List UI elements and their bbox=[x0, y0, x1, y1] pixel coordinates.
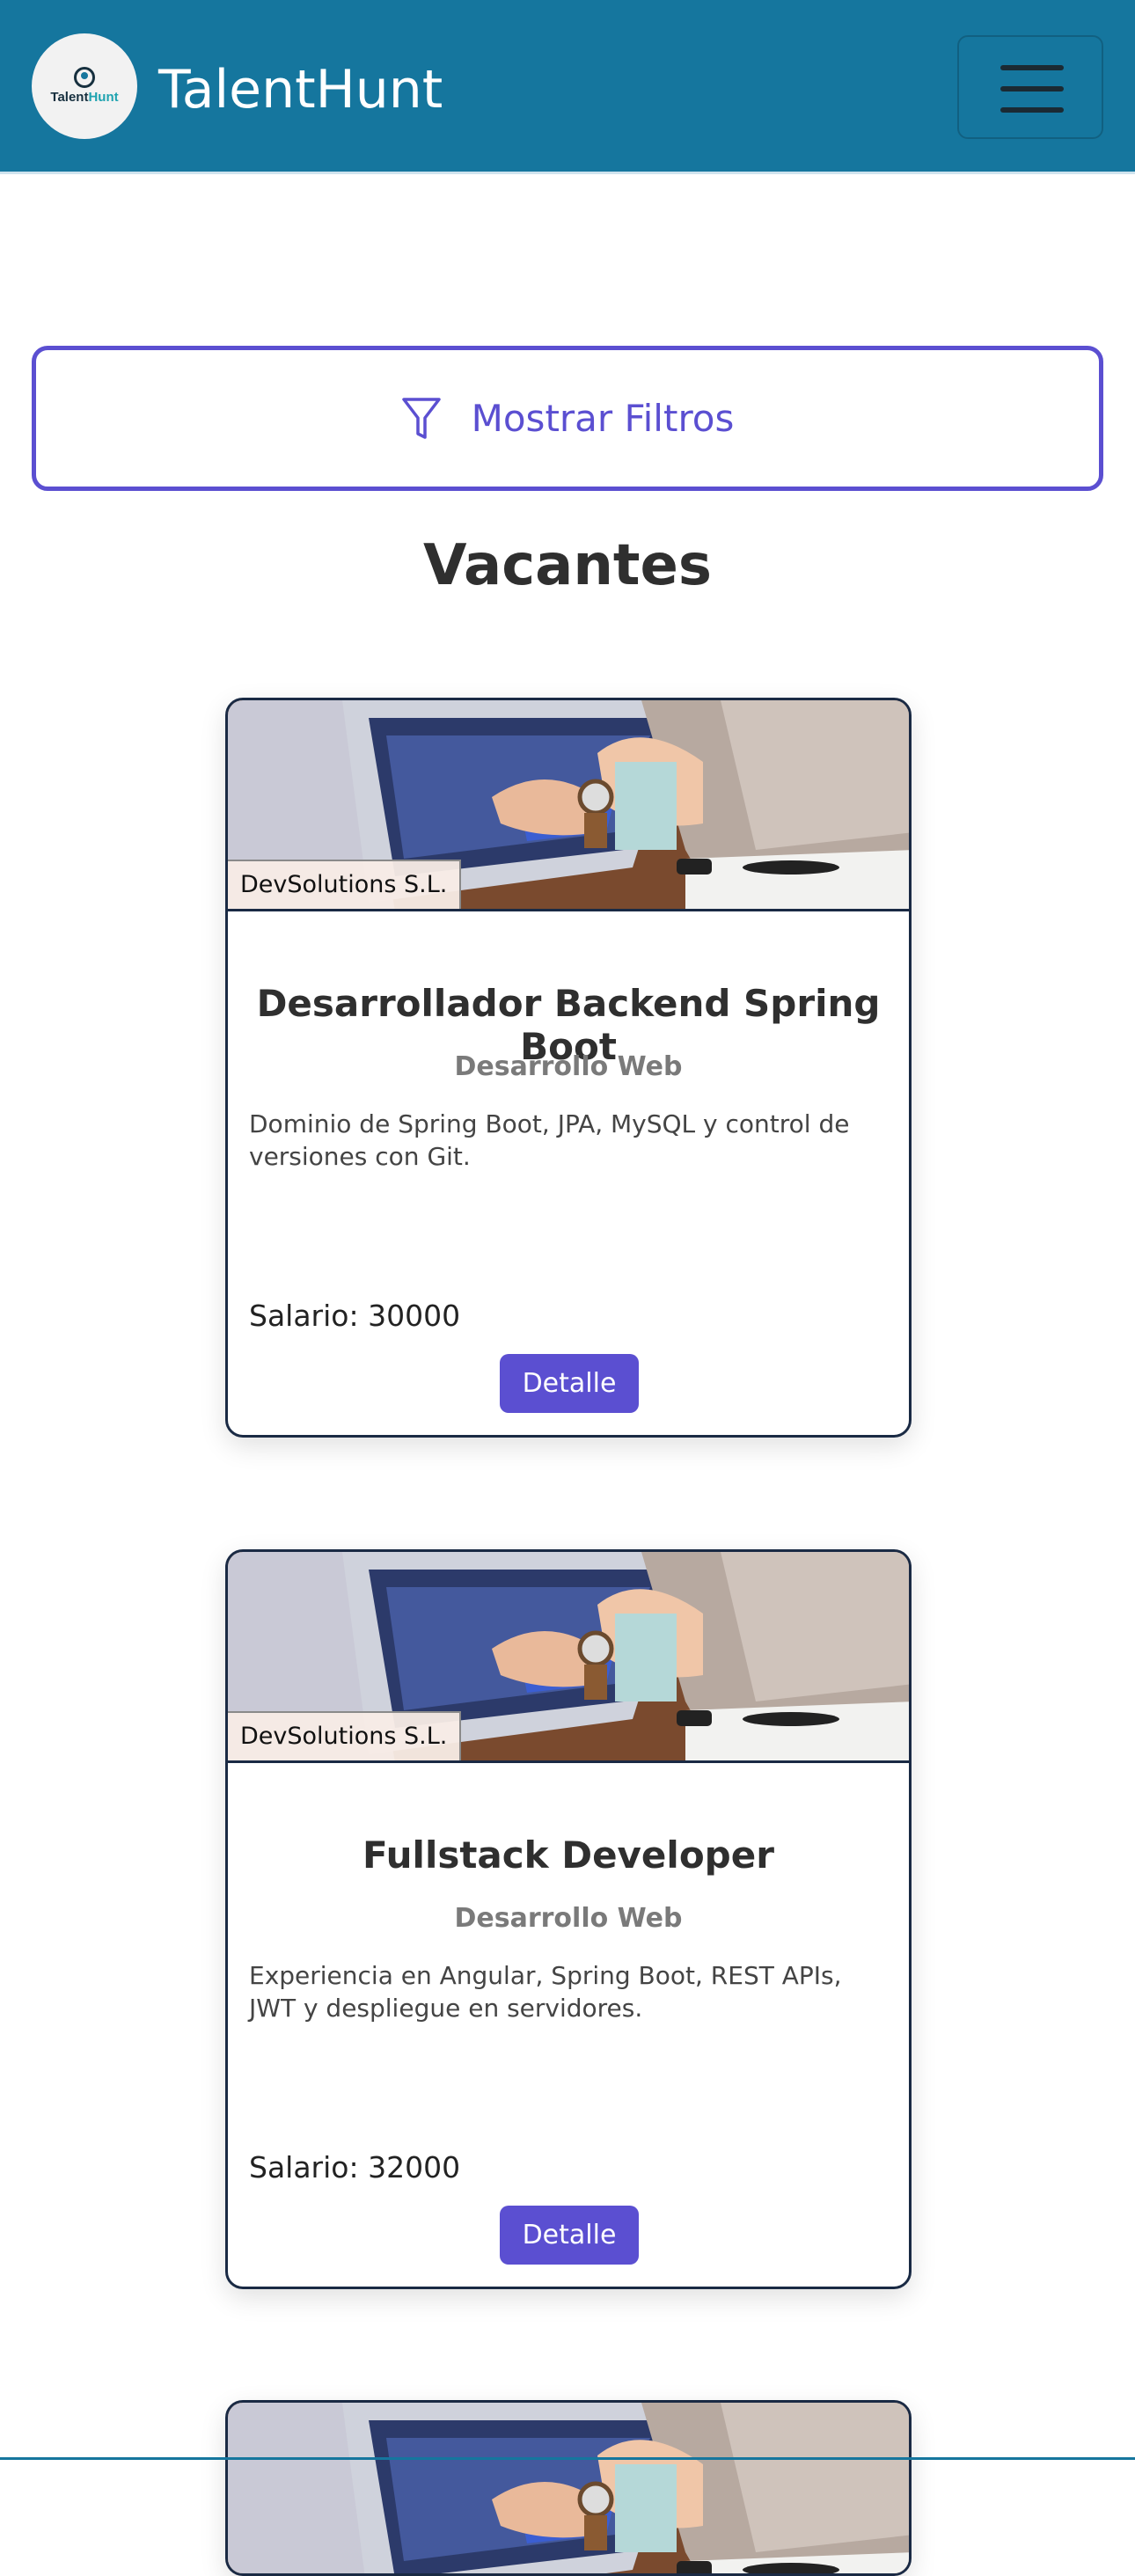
vacancy-image: DevSolutions S.L. bbox=[228, 700, 909, 911]
talenthunt-logo[interactable]: TalentHunt bbox=[32, 33, 137, 139]
hamburger-icon bbox=[1000, 65, 1064, 70]
detail-button[interactable]: Detalle bbox=[500, 2206, 639, 2265]
vacancy-category: Desarrollo Web bbox=[454, 1051, 683, 1082]
company-badge: DevSolutions S.L. bbox=[228, 1711, 462, 1760]
vacancy-description: Dominio de Spring Boot, JPA, MySQL y con… bbox=[249, 1109, 850, 1171]
hamburger-icon-line bbox=[1000, 86, 1064, 91]
navbar: TalentHunt TalentHunt bbox=[0, 0, 1135, 174]
company-badge: DevSolutions S.L. bbox=[228, 860, 462, 909]
user-icon bbox=[74, 66, 95, 88]
vacancy-description: Experiencia en Angular, Spring Boot, RES… bbox=[249, 1961, 842, 2023]
vacancy-card-partial bbox=[225, 2400, 912, 2576]
hamburger-icon-line bbox=[1000, 107, 1064, 113]
detail-button[interactable]: Detalle bbox=[500, 1354, 639, 1413]
vacancy-image bbox=[228, 2403, 909, 2576]
vacancy-image: DevSolutions S.L. bbox=[228, 1552, 909, 1763]
vacancy-salary: Salario: 32000 bbox=[249, 2150, 461, 2184]
logo-wordmark: TalentHunt bbox=[50, 89, 119, 105]
menu-toggle-button[interactable] bbox=[957, 35, 1103, 139]
filter-icon bbox=[401, 397, 441, 439]
show-filters-button[interactable]: Mostrar Filtros bbox=[32, 346, 1103, 491]
vacancy-card: DevSolutions S.L. Fullstack Developer De… bbox=[225, 1549, 912, 2289]
vacancy-card: DevSolutions S.L. Desarrollador Backend … bbox=[225, 698, 912, 1438]
brand-name[interactable]: TalentHunt bbox=[158, 58, 443, 121]
vacancy-title: Fullstack Developer bbox=[362, 1833, 774, 1877]
show-filters-label: Mostrar Filtros bbox=[471, 397, 735, 440]
page-title: Vacantes bbox=[423, 533, 712, 598]
vacancy-salary: Salario: 30000 bbox=[249, 1299, 461, 1333]
vacancy-category: Desarrollo Web bbox=[454, 1903, 683, 1934]
